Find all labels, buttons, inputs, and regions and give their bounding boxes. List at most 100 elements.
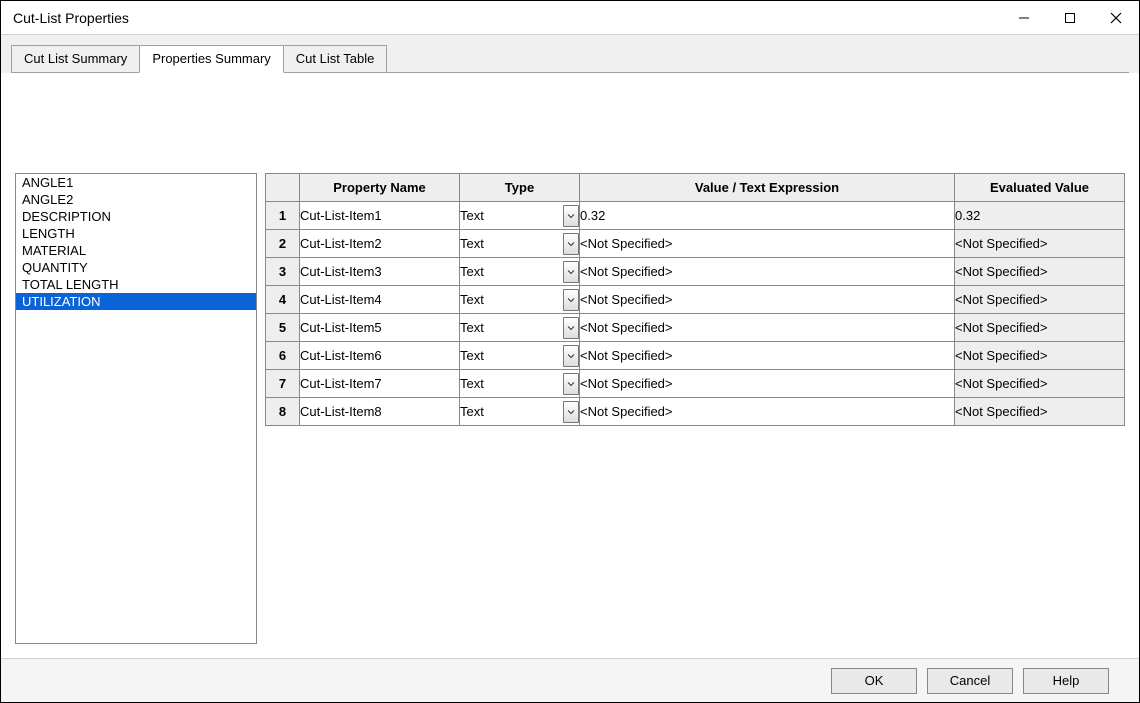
col-header-property-name[interactable]: Property Name <box>300 174 460 202</box>
cell-evaluated: <Not Specified> <box>955 230 1125 258</box>
ok-button[interactable]: OK <box>831 668 917 694</box>
minimize-button[interactable] <box>1001 1 1047 34</box>
type-dropdown-button[interactable] <box>563 261 579 283</box>
list-item[interactable]: UTILIZATION <box>16 293 256 310</box>
table-row: 4Cut-List-Item4Text <Not Specified><Not S… <box>266 286 1125 314</box>
table-row: 5Cut-List-Item5Text<Not Specified><Not S… <box>266 314 1125 342</box>
type-dropdown-button[interactable] <box>563 233 579 255</box>
cell-type[interactable]: Text <box>460 230 580 258</box>
tab-properties-summary[interactable]: Properties Summary <box>139 45 283 73</box>
row-number[interactable]: 8 <box>266 398 300 426</box>
grid-container: Property Name Type Value / Text Expressi… <box>265 173 1125 644</box>
cell-value[interactable]: <Not Specified> <box>580 286 955 314</box>
button-bar: OK Cancel Help <box>1 658 1139 702</box>
type-dropdown-button[interactable] <box>563 345 579 367</box>
cell-evaluated: <Not Specified> <box>955 398 1125 426</box>
table-row: 2Cut-List-Item2Text <Not Specified><Not S… <box>266 230 1125 258</box>
cancel-button[interactable]: Cancel <box>927 668 1013 694</box>
chevron-down-icon <box>567 268 575 276</box>
window-controls <box>1001 1 1139 34</box>
type-text: Text <box>460 264 563 279</box>
minimize-icon <box>1018 12 1030 24</box>
cell-property-name[interactable]: Cut-List-Item6 <box>300 342 460 370</box>
cell-type[interactable]: Text <box>460 314 580 342</box>
row-number[interactable]: 6 <box>266 342 300 370</box>
titlebar: Cut-List Properties <box>1 1 1139 35</box>
cell-value[interactable]: <Not Specified> <box>580 314 955 342</box>
type-text: Text <box>460 404 563 419</box>
col-header-evaluated[interactable]: Evaluated Value <box>955 174 1125 202</box>
cell-value[interactable]: <Not Specified> <box>580 258 955 286</box>
list-item[interactable]: LENGTH <box>16 225 256 242</box>
chevron-down-icon <box>567 380 575 388</box>
type-text: Text <box>460 376 563 391</box>
col-header-value[interactable]: Value / Text Expression <box>580 174 955 202</box>
cell-type[interactable]: Text <box>460 202 580 230</box>
cell-evaluated: <Not Specified> <box>955 370 1125 398</box>
type-text: Text <box>460 292 563 307</box>
list-item[interactable]: MATERIAL <box>16 242 256 259</box>
table-row: 3Cut-List-Item3Text <Not Specified><Not S… <box>266 258 1125 286</box>
cell-type[interactable]: Text <box>460 398 580 426</box>
cell-value[interactable]: <Not Specified> <box>580 398 955 426</box>
list-item[interactable]: DESCRIPTION <box>16 208 256 225</box>
type-text: Text <box>460 320 563 335</box>
row-number[interactable]: 1 <box>266 202 300 230</box>
cell-type[interactable]: Text <box>460 258 580 286</box>
cell-type[interactable]: Text <box>460 342 580 370</box>
chevron-down-icon <box>567 408 575 416</box>
window-title: Cut-List Properties <box>13 10 129 26</box>
cell-evaluated: <Not Specified> <box>955 258 1125 286</box>
chevron-down-icon <box>567 212 575 220</box>
col-header-type[interactable]: Type <box>460 174 580 202</box>
cell-value[interactable]: <Not Specified> <box>580 342 955 370</box>
table-row: 8Cut-List-Item8Text <Not Specified><Not S… <box>266 398 1125 426</box>
cell-property-name[interactable]: Cut-List-Item7 <box>300 370 460 398</box>
help-button[interactable]: Help <box>1023 668 1109 694</box>
close-icon <box>1110 12 1122 24</box>
cell-property-name[interactable]: Cut-List-Item5 <box>300 314 460 342</box>
cell-property-name[interactable]: Cut-List-Item2 <box>300 230 460 258</box>
row-number[interactable]: 4 <box>266 286 300 314</box>
tab-cut-list-summary[interactable]: Cut List Summary <box>11 45 140 73</box>
dialog-window: Cut-List Properties Cut List SummaryProp… <box>0 0 1140 703</box>
cell-property-name[interactable]: Cut-List-Item1 <box>300 202 460 230</box>
maximize-button[interactable] <box>1047 1 1093 34</box>
cell-property-name[interactable]: Cut-List-Item4 <box>300 286 460 314</box>
cell-evaluated: <Not Specified> <box>955 342 1125 370</box>
cell-evaluated: 0.32 <box>955 202 1125 230</box>
cell-type[interactable]: Text <box>460 370 580 398</box>
cell-property-name[interactable]: Cut-List-Item8 <box>300 398 460 426</box>
type-text: Text <box>460 208 563 223</box>
table-row: 6Cut-List-Item6Text<Not Specified><Not S… <box>266 342 1125 370</box>
list-item[interactable]: ANGLE2 <box>16 191 256 208</box>
row-number[interactable]: 3 <box>266 258 300 286</box>
cell-value[interactable]: <Not Specified> <box>580 230 955 258</box>
grid-corner <box>266 174 300 202</box>
tab-cut-list-table[interactable]: Cut List Table <box>283 45 388 73</box>
chevron-down-icon <box>567 296 575 304</box>
type-dropdown-button[interactable] <box>563 205 579 227</box>
chevron-down-icon <box>567 240 575 248</box>
cell-evaluated: <Not Specified> <box>955 286 1125 314</box>
type-dropdown-button[interactable] <box>563 289 579 311</box>
list-item[interactable]: ANGLE1 <box>16 174 256 191</box>
row-number[interactable]: 5 <box>266 314 300 342</box>
property-listbox[interactable]: ANGLE1ANGLE2DESCRIPTIONLENGTHMATERIALQUA… <box>15 173 257 644</box>
properties-grid[interactable]: Property Name Type Value / Text Expressi… <box>265 173 1125 426</box>
row-number[interactable]: 7 <box>266 370 300 398</box>
type-dropdown-button[interactable] <box>563 401 579 423</box>
cell-value[interactable]: 0.32 <box>580 202 955 230</box>
tabstrip: Cut List SummaryProperties SummaryCut Li… <box>11 45 1129 73</box>
cell-type[interactable]: Text <box>460 286 580 314</box>
cell-property-name[interactable]: Cut-List-Item3 <box>300 258 460 286</box>
type-dropdown-button[interactable] <box>563 317 579 339</box>
cell-value[interactable]: <Not Specified> <box>580 370 955 398</box>
close-button[interactable] <box>1093 1 1139 34</box>
type-dropdown-button[interactable] <box>563 373 579 395</box>
list-item[interactable]: TOTAL LENGTH <box>16 276 256 293</box>
list-item[interactable]: QUANTITY <box>16 259 256 276</box>
type-text: Text <box>460 236 563 251</box>
row-number[interactable]: 2 <box>266 230 300 258</box>
tabstrip-container: Cut List SummaryProperties SummaryCut Li… <box>1 35 1139 73</box>
